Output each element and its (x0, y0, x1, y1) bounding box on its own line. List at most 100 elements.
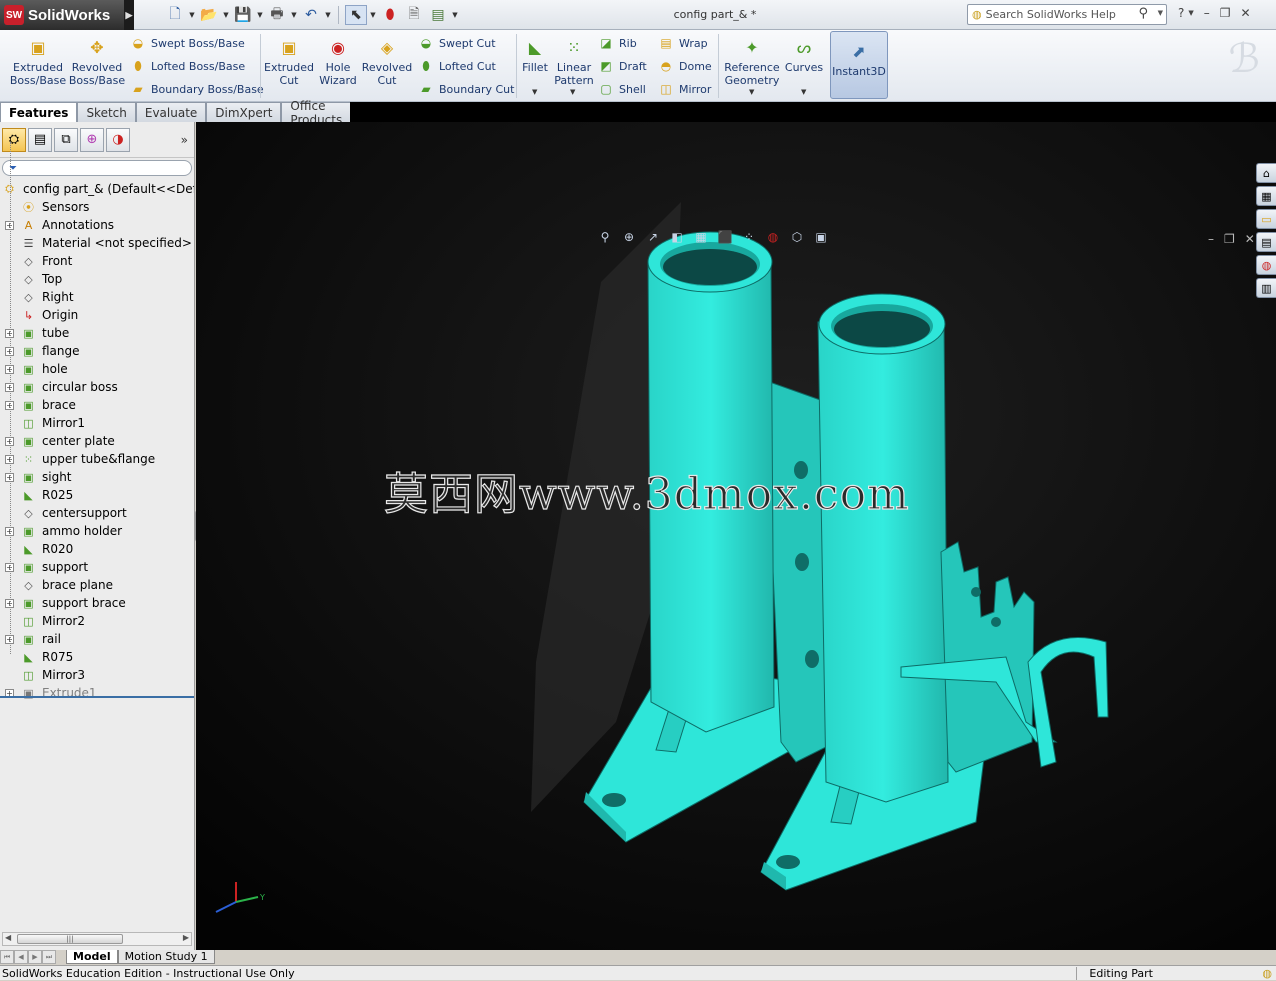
select-cursor-icon[interactable]: ⬉ (345, 5, 367, 25)
tree-item[interactable]: ◣ R025 (0, 486, 194, 504)
minimize-icon[interactable]: – (1204, 6, 1210, 20)
tab-office-products[interactable]: Office Products (281, 99, 352, 127)
tree-root[interactable]: ⛭ config part_& (Default<<Default> (0, 180, 194, 198)
tab-features[interactable]: Features (0, 102, 78, 122)
extruded-boss-button[interactable]: ▣ Extruded Boss/Base (10, 36, 66, 87)
tree-item[interactable]: + ▣ brace (0, 396, 194, 414)
tab-last-icon[interactable]: ⏭ (42, 950, 56, 964)
select-dropdown-icon[interactable]: ▼ (369, 5, 377, 25)
lofted-boss-button[interactable]: ⬮ Lofted Boss/Base (130, 58, 245, 74)
display-manager-tab-icon[interactable]: ◑ (106, 127, 130, 152)
rib-button[interactable]: ◪ Rib (598, 35, 636, 51)
tab-next-icon[interactable]: ▶ (28, 950, 42, 964)
draft-button[interactable]: ◩ Draft (598, 58, 646, 74)
fillet-button[interactable]: ◣ Fillet (520, 36, 550, 74)
viewport-minimize-icon[interactable]: – (1208, 232, 1214, 246)
view-settings-icon[interactable]: ▣ (812, 228, 830, 246)
zoom-to-area-icon[interactable]: ⊕ (620, 228, 638, 246)
more-tabs-icon[interactable]: » (181, 133, 188, 147)
graphics-area[interactable]: Y ⚲ ⊕ ↗ ◧ ▦ ⬛ ⁘ ◍ ⬡ ▣ – ❐ ✕ ⌂ ▦ ▭ ▤ ◍ ▥ … (196, 122, 1276, 950)
search-help-input[interactable]: ◍ Search SolidWorks Help ⚲ ▼ (967, 4, 1167, 25)
tab-evaluate[interactable]: Evaluate (135, 102, 207, 122)
search-dropdown-icon[interactable]: ▼ (1158, 9, 1163, 17)
tab-prev-icon[interactable]: ◀ (14, 950, 28, 964)
open-folder-icon[interactable]: 📂 (198, 5, 220, 25)
print-dropdown-icon[interactable]: ▼ (290, 5, 298, 25)
tab-first-icon[interactable]: ⏮ (0, 950, 14, 964)
tab-sketch[interactable]: Sketch (77, 102, 136, 122)
hide-show-items-icon[interactable]: ⁘ (740, 228, 758, 246)
scroll-left-icon[interactable]: ◀ (5, 933, 11, 942)
tree-item[interactable]: ◫ Mirror2 (0, 612, 194, 630)
tab-model[interactable]: Model (66, 950, 118, 964)
tree-item[interactable]: + ▣ rail (0, 630, 194, 648)
tree-item[interactable]: + ▣ Extrude1 (0, 684, 194, 702)
viewport-restore-icon[interactable]: ❐ (1224, 232, 1235, 246)
open-dropdown-icon[interactable]: ▼ (222, 5, 230, 25)
tree-item[interactable]: ◣ R020 (0, 540, 194, 558)
new-dropdown-icon[interactable]: ▼ (188, 5, 196, 25)
section-view-icon[interactable]: ◧ (668, 228, 686, 246)
help-dropdown-icon[interactable]: ▼ (1188, 9, 1193, 20)
appearances-icon[interactable]: ◍ (1256, 255, 1276, 275)
scroll-right-icon[interactable]: ▶ (183, 933, 189, 942)
shell-button[interactable]: ▢ Shell (598, 81, 646, 97)
swept-cut-button[interactable]: ◒ Swept Cut (418, 35, 496, 51)
swept-boss-button[interactable]: ◒ Swept Boss/Base (130, 35, 245, 51)
tree-item[interactable]: ◇ Right (0, 288, 194, 306)
mirror-button[interactable]: ◫ Mirror (658, 81, 711, 97)
options-dropdown-icon[interactable]: ▼ (451, 5, 459, 25)
view-orientation-icon[interactable]: ▦ (692, 228, 710, 246)
viewport-close-icon[interactable]: ✕ (1245, 232, 1255, 246)
reference-geometry-button[interactable]: ✦ Reference Geometry (724, 36, 780, 87)
curves-button[interactable]: ᔕ Curves (784, 36, 824, 74)
tree-item[interactable]: + ▣ sight (0, 468, 194, 486)
save-icon[interactable]: 💾 (232, 5, 254, 25)
undo-dropdown-icon[interactable]: ▼ (324, 5, 332, 25)
lofted-cut-button[interactable]: ⬮ Lofted Cut (418, 58, 496, 74)
previous-view-icon[interactable]: ↗ (644, 228, 662, 246)
save-dropdown-icon[interactable]: ▼ (256, 5, 264, 25)
fillet-dropdown-icon[interactable]: ▼ (532, 88, 537, 96)
tree-item[interactable]: ◇ centersupport (0, 504, 194, 522)
hole-wizard-button[interactable]: ◉ Hole Wizard (318, 36, 358, 87)
tree-item[interactable]: ◣ R075 (0, 648, 194, 666)
tree-item[interactable]: + ⁙ upper tube&flange (0, 450, 194, 468)
property-manager-tab-icon[interactable]: ▤ (28, 127, 52, 152)
feature-manager-tab-icon[interactable]: ⛭ (2, 127, 26, 152)
display-style-icon[interactable]: ⬛ (716, 228, 734, 246)
tree-item[interactable]: + ▣ support brace (0, 594, 194, 612)
undo-icon[interactable]: ↶ (300, 5, 322, 25)
pattern-dropdown-icon[interactable]: ▼ (570, 88, 575, 96)
tree-item[interactable]: + ▣ hole (0, 360, 194, 378)
edit-appearance-icon[interactable]: ◍ (764, 228, 782, 246)
search-icon[interactable]: ⚲ (1138, 6, 1148, 21)
dimxpert-manager-tab-icon[interactable]: ⊕ (80, 127, 104, 152)
tree-item[interactable]: + ▣ center plate (0, 432, 194, 450)
dome-button[interactable]: ◓ Dome (658, 58, 712, 74)
tree-item[interactable]: ↳ Origin (0, 306, 194, 324)
revolved-boss-button[interactable]: ✥ Revolved Boss/Base (69, 36, 125, 87)
linear-pattern-button[interactable]: ⁙ Linear Pattern (554, 36, 594, 87)
reference-geometry-dropdown-icon[interactable]: ▼ (749, 88, 754, 96)
tree-item[interactable]: + A Annotations (0, 216, 194, 234)
tree-item[interactable]: ⦿ Sensors (0, 198, 194, 216)
tree-item[interactable]: + ▣ ammo holder (0, 522, 194, 540)
instant3d-button[interactable]: ⬈ Instant3D (830, 31, 888, 99)
options-icon[interactable]: ▤ (427, 5, 449, 25)
zoom-to-fit-icon[interactable]: ⚲ (596, 228, 614, 246)
boundary-cut-button[interactable]: ▰ Boundary Cut (418, 81, 514, 97)
tab-motion-study[interactable]: Motion Study 1 (117, 950, 215, 964)
custom-properties-icon[interactable]: ▥ (1256, 278, 1276, 298)
help-icon[interactable]: ? (1178, 6, 1184, 20)
tree-horizontal-scrollbar[interactable]: ◀ ||| ▶ (2, 932, 192, 946)
tree-item[interactable]: ◇ Top (0, 270, 194, 288)
tree-item[interactable]: + ▣ circular boss (0, 378, 194, 396)
scroll-thumb[interactable]: ||| (17, 934, 123, 944)
tree-item[interactable]: + ▣ tube (0, 324, 194, 342)
rollback-bar[interactable] (0, 696, 194, 698)
tree-item[interactable]: + ▣ flange (0, 342, 194, 360)
tree-item[interactable]: ☰ Material <not specified> (0, 234, 194, 252)
design-library-icon[interactable]: ▦ (1256, 186, 1276, 206)
extruded-cut-button[interactable]: ▣ Extruded Cut (264, 36, 314, 87)
